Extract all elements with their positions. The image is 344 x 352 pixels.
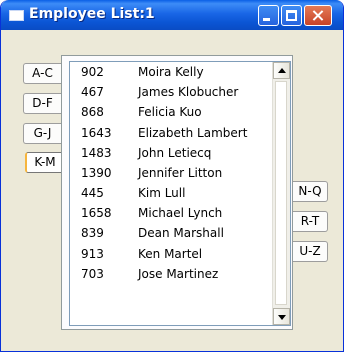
list-item[interactable]: 1390 Jennifer Litton	[70, 165, 268, 185]
employee-name: Elizabeth Lambert	[138, 126, 248, 140]
triangle-down-icon[interactable]	[273, 308, 290, 325]
employee-name: Moira Kelly	[138, 65, 204, 79]
tab-k-m[interactable]: K-M	[25, 152, 63, 173]
tab-g-j[interactable]: G-J	[23, 123, 61, 144]
employee-id: 902	[81, 65, 104, 79]
employee-name: Ken Martel	[138, 247, 203, 261]
close-button[interactable]	[304, 5, 332, 26]
employee-id: 868	[81, 105, 104, 119]
list-item[interactable]: 1483 John Letiecq	[70, 145, 268, 165]
list-item[interactable]: 1658 Michael Lynch	[70, 205, 268, 225]
employee-id: 913	[81, 247, 104, 261]
triangle-up-icon[interactable]	[273, 62, 290, 79]
employee-id: 467	[81, 85, 104, 99]
employee-name: James Klobucher	[138, 85, 239, 99]
employee-name: Dean Marshall	[138, 226, 224, 240]
employee-id: 445	[81, 186, 104, 200]
list-item[interactable]: 467 James Klobucher	[70, 84, 268, 104]
maximize-button[interactable]	[281, 5, 302, 26]
employee-id: 703	[81, 267, 104, 281]
employee-id: 1658	[81, 206, 112, 220]
tab-a-c[interactable]: A-C	[23, 63, 61, 84]
list-item[interactable]: 913 Ken Martel	[70, 246, 268, 266]
scrollbar-track[interactable]	[275, 81, 287, 305]
employee-name: Kim Lull	[138, 186, 186, 200]
employee-id: 839	[81, 226, 104, 240]
list-item[interactable]: 445 Kim Lull	[70, 185, 268, 205]
employee-id: 1643	[81, 126, 112, 140]
tab-n-q[interactable]: N-Q	[293, 181, 328, 202]
window-title: Employee List:1	[29, 6, 155, 22]
tab-d-f[interactable]: D-F	[23, 93, 61, 114]
title-bar[interactable]: Employee List:1	[1, 0, 343, 30]
vertical-scrollbar[interactable]	[272, 62, 290, 325]
employee-name: Michael Lynch	[138, 206, 223, 220]
window-icon[interactable]	[9, 10, 24, 21]
employee-list-window: Employee List:1 A-C D-F G-J K-M N-Q R-T …	[0, 0, 344, 352]
tab-r-t[interactable]: R-T	[293, 211, 328, 232]
list-item[interactable]: 868 Felicia Kuo	[70, 104, 268, 124]
tab-u-z[interactable]: U-Z	[293, 241, 328, 262]
employee-id: 1390	[81, 166, 112, 180]
list-item[interactable]: 703 Jose Martinez	[70, 266, 268, 286]
employee-name: Jose Martinez	[138, 267, 219, 281]
list-item[interactable]: 902 Moira Kelly	[70, 64, 268, 84]
employee-name: Jennifer Litton	[138, 166, 223, 180]
employee-id: 1483	[81, 146, 112, 160]
employee-name: Felicia Kuo	[138, 105, 202, 119]
minimize-button[interactable]	[258, 5, 279, 26]
list-item[interactable]: 839 Dean Marshall	[70, 225, 268, 245]
employee-listbox[interactable]: 902 Moira Kelly 467 James Klobucher 868 …	[69, 61, 291, 326]
employee-name: John Letiecq	[138, 146, 212, 160]
list-item[interactable]: 1643 Elizabeth Lambert	[70, 125, 268, 145]
